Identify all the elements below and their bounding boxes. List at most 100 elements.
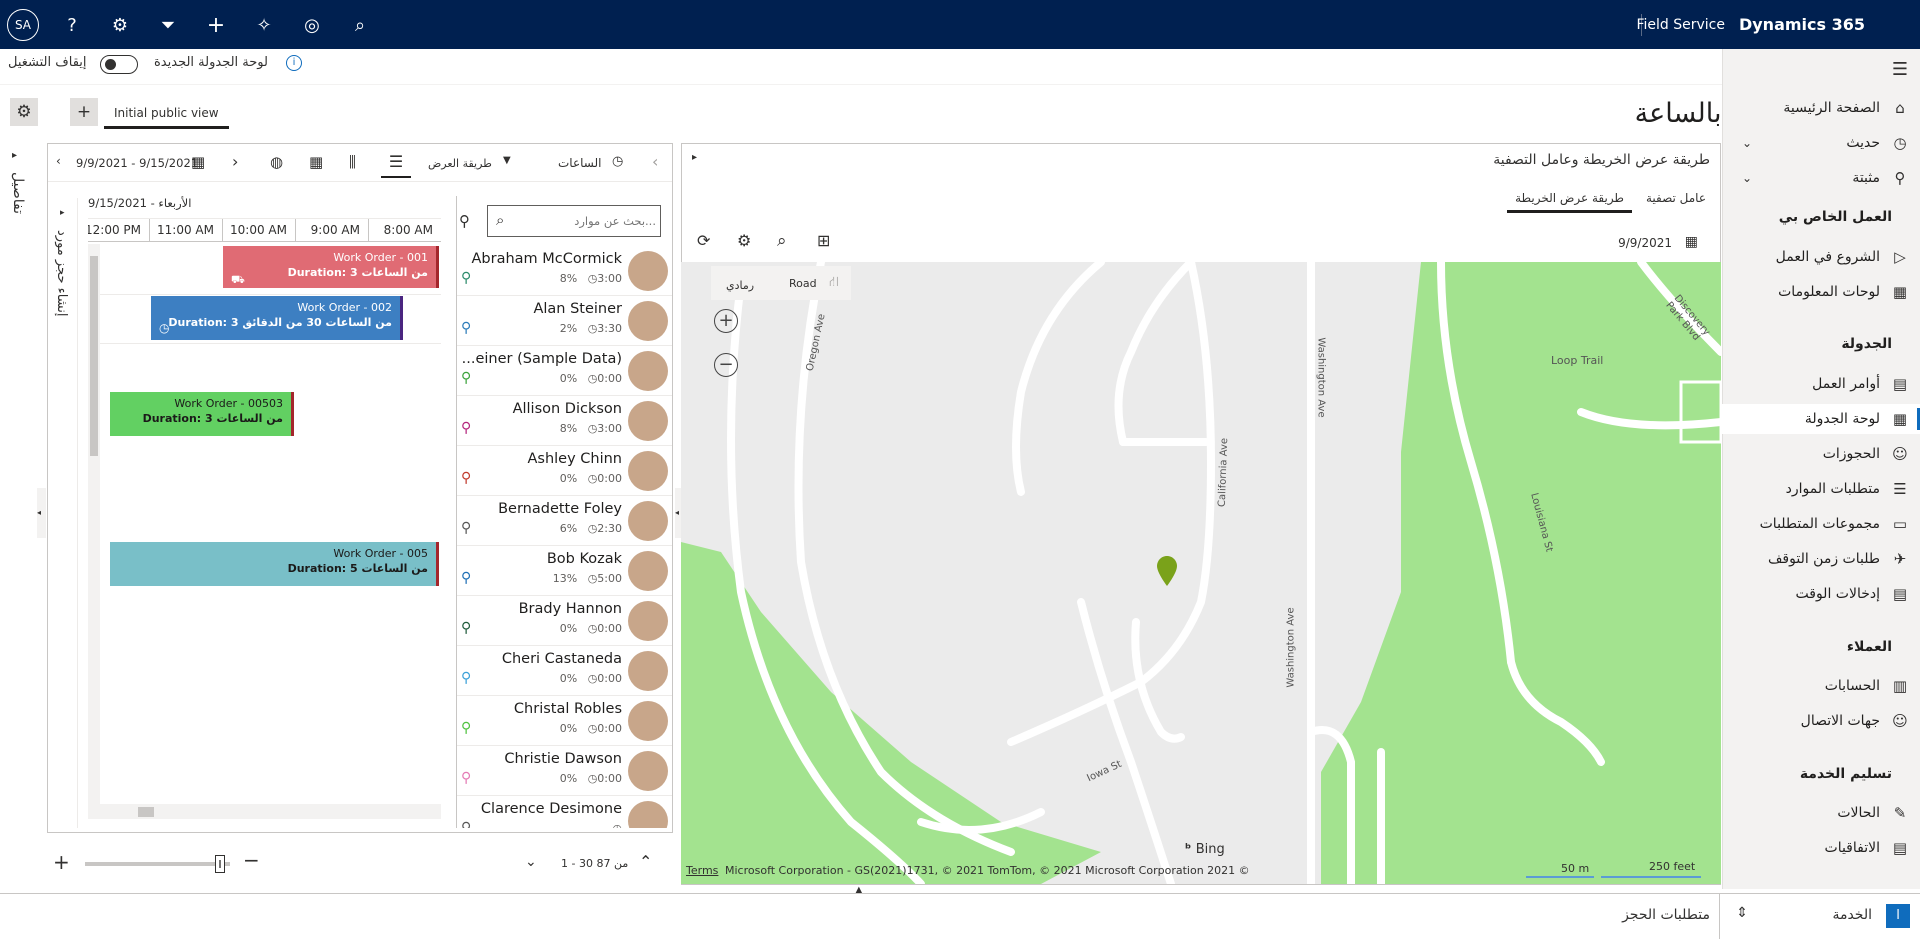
expand-icon[interactable]: ▸ [60, 208, 65, 218]
help-icon[interactable]: ? [57, 10, 87, 40]
expand-icon[interactable]: ▸ [692, 152, 697, 163]
map-pin-icon[interactable] [1157, 556, 1177, 586]
nav-item[interactable]: ☺ الحجوزات [1722, 439, 1920, 469]
view-mode-label[interactable]: طريقة العرض [428, 157, 492, 170]
chevron-down-icon[interactable]: ⌄ [525, 854, 537, 870]
nav-item[interactable]: ☰ متطلبات الموارد [1722, 474, 1920, 504]
map-date[interactable]: 9/9/2021 [1618, 236, 1672, 250]
location-pin-icon[interactable]: ⚲ [461, 520, 471, 536]
nav-item[interactable]: ▭ مجموعات المتطلبات [1722, 509, 1920, 539]
hscroll-thumb[interactable] [138, 807, 154, 817]
lightbulb-icon[interactable]: ✧ [249, 10, 279, 40]
resource-row[interactable]: Allison Dickson 8% ◷3:00 ⚲ [457, 396, 672, 446]
info-icon[interactable]: i [286, 55, 302, 71]
add-view-button[interactable]: + [70, 98, 98, 126]
gear-icon[interactable]: ⚙ [737, 231, 751, 250]
resource-row[interactable]: Abraham McCormick 8% ◷3:00 ⚲ [457, 246, 672, 296]
location-pin-icon[interactable]: ⚲ [461, 820, 471, 828]
nav-item[interactable]: ☺ جهات الاتصال [1722, 706, 1920, 736]
terms-link[interactable]: Terms [686, 864, 718, 877]
nav-item[interactable]: ▤ أوامر العمل [1722, 369, 1920, 399]
hamburger-icon[interactable]: ☰ [1892, 59, 1908, 80]
booking-requirements-tab[interactable]: متطلبات الحجز [1622, 907, 1710, 923]
chevron-down-icon[interactable]: ⌄ [1742, 136, 1752, 150]
expand-details-icon[interactable]: ▸ [12, 150, 17, 161]
traffic-icon[interactable]: ⊞ [817, 231, 830, 250]
resource-row[interactable]: Christal Robles 0% ◷0:00 ⚲ [457, 696, 672, 746]
location-pin-icon[interactable]: ⚲ [461, 720, 471, 736]
grid-view-icon[interactable]: ▦ [309, 153, 323, 171]
map-style-road[interactable]: Road [789, 277, 817, 290]
work-order-block[interactable]: Work Order - 002 Duration: 3 من الساعات … [151, 296, 403, 340]
nav-item[interactable]: ◷ حديث ⌄ [1722, 128, 1920, 158]
map-style-gray[interactable]: رمادي [726, 279, 754, 292]
zoom-slider-thumb[interactable]: ‖ [215, 855, 225, 873]
location-pin-icon[interactable]: ⚲ [461, 770, 471, 786]
calendar-icon[interactable]: ▦ [191, 153, 205, 171]
resource-row[interactable]: Bob Kozak 13% ◷5:00 ⚲ [457, 546, 672, 596]
search-icon[interactable]: ⌕ [777, 231, 787, 251]
resource-row[interactable]: ...einer (Sample Data) 0% ◷0:00 ⚲ [457, 346, 672, 396]
nav-item[interactable]: ✈ طلبات زمن التوقف [1722, 544, 1920, 574]
assist-icon[interactable]: ◎ [297, 10, 327, 40]
nav-item[interactable]: ▦ لوحات المعلومات [1722, 277, 1920, 307]
date-range[interactable]: 9/9/2021 - 9/15/2021 [76, 156, 198, 170]
refresh-icon[interactable]: ⟳ [697, 231, 710, 250]
resource-row[interactable]: Brady Hannon 0% ◷0:00 ⚲ [457, 596, 672, 646]
area-label[interactable]: الخدمة [1832, 907, 1872, 923]
resource-row[interactable]: Alan Steiner 2% ◷3:30 ⚲ [457, 296, 672, 346]
tab-map-view[interactable]: طريقة عرض الخريطة [1507, 191, 1632, 213]
location-pin-icon[interactable]: ⚲ [461, 470, 471, 486]
map-canvas[interactable]: Oregon Ave California Ave Washington Ave… [681, 262, 1721, 884]
time-unit-label[interactable]: الساعات [558, 156, 601, 170]
chevron-down-icon[interactable]: ▼ [503, 155, 511, 166]
nav-item[interactable]: ✎ الحالات [1722, 798, 1920, 828]
chevron-up-icon[interactable]: ⌃ [639, 852, 652, 871]
settings-button[interactable]: ⚙ [10, 98, 38, 126]
next-range-icon[interactable]: › [232, 152, 238, 171]
nav-item[interactable]: ▤ إدخالات الوقت [1722, 579, 1920, 609]
nav-item[interactable]: ⚲ مثبتة ⌄ [1722, 163, 1920, 193]
location-pin-icon[interactable]: ⚲ [461, 320, 471, 336]
resource-row[interactable]: Clarence Desimone ◷⚲ [457, 796, 672, 828]
plus-icon[interactable]: + [201, 10, 231, 40]
gear-icon[interactable]: ⚙ [105, 10, 135, 40]
resource-row[interactable]: Cheri Castaneda 0% ◷0:00 ⚲ [457, 646, 672, 696]
create-booking-label[interactable]: إنشاء حجز مورد [54, 230, 69, 317]
zoom-slider[interactable]: ‖ [85, 855, 230, 873]
zoom-out-icon[interactable]: − [243, 848, 260, 872]
nav-item[interactable]: ▤ الاتفاقيات [1722, 833, 1920, 863]
filter-icon[interactable]: ⏷ [153, 10, 183, 40]
road-icon[interactable]: ⛙ [829, 274, 839, 292]
work-order-block[interactable]: Work Order - 00503 Duration: 3 من الساعا… [110, 392, 294, 436]
resource-row[interactable]: Bernadette Foley 6% ◷2:30 ⚲ [457, 496, 672, 546]
resource-row[interactable]: Christie Dawson 0% ◷0:00 ⚲ [457, 746, 672, 796]
tab-filter[interactable]: عامل تصفية [1646, 191, 1706, 205]
work-order-block[interactable]: Work Order - 005 Duration: 5 من الساعات [110, 542, 439, 586]
app-name[interactable]: Field Service [1636, 17, 1725, 33]
location-pin-icon[interactable]: ⚲ [461, 620, 471, 636]
nav-item[interactable]: ▥ الحسابات [1722, 671, 1920, 701]
location-pin-icon[interactable]: ⚲ [461, 570, 471, 586]
nav-item[interactable]: ⌂ الصفحة الرئيسية [1722, 93, 1920, 123]
user-avatar[interactable]: SA [7, 9, 39, 41]
zoom-in-icon[interactable]: + [53, 850, 70, 874]
location-pin-icon[interactable]: ⚲ [461, 420, 471, 436]
chevron-down-icon[interactable]: ⌄ [1742, 171, 1752, 185]
new-schedule-board-toggle[interactable] [100, 55, 138, 74]
resource-search-box[interactable]: ⌕ [487, 205, 661, 237]
scroll-thumb[interactable] [90, 256, 98, 456]
timeline-hscrollbar[interactable] [100, 804, 441, 819]
work-order-block[interactable]: Work Order - 001 Duration: 3 من الساعات … [223, 246, 439, 288]
globe-icon[interactable]: ◍ [270, 153, 283, 171]
location-pin-icon[interactable]: ⚲ [461, 670, 471, 686]
collapse-left-handle[interactable]: ◂ [37, 488, 46, 538]
resource-row[interactable]: Ashley Chinn 0% ◷0:00 ⚲ [457, 446, 672, 496]
details-label[interactable]: تفاصيل [10, 172, 26, 214]
search-icon[interactable]: ⌕ [345, 10, 375, 40]
area-badge[interactable]: ا [1886, 904, 1910, 928]
area-switch-icon[interactable]: ⇕ [1736, 905, 1748, 921]
collapse-right-icon[interactable]: ‹ [652, 152, 658, 171]
nav-item[interactable]: ▦ لوحة الجدولة [1722, 404, 1920, 434]
location-pin-icon[interactable]: ⚲ [461, 270, 471, 286]
